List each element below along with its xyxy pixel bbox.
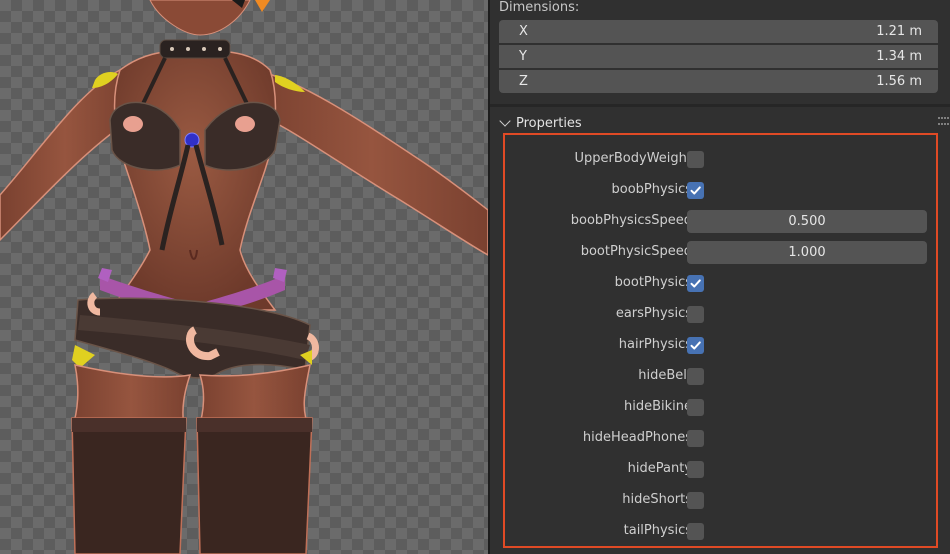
property-checkbox[interactable] xyxy=(687,523,704,540)
dimension-value: 1.34 m xyxy=(876,49,922,64)
property-label: hairPhysics xyxy=(618,337,692,352)
dimension-axis-label: Z xyxy=(519,74,528,89)
property-label: hideBikine xyxy=(623,399,692,414)
dimension-z-field[interactable]: Z 1.56 m xyxy=(499,70,938,93)
property-row-bootPhysics: bootPhysics xyxy=(505,268,935,299)
property-row-hideBikine: hideBikine xyxy=(505,392,935,423)
property-checkbox[interactable] xyxy=(687,461,704,478)
property-row-boobPhysicsSpeed: boobPhysicsSpeed 0.500 xyxy=(505,206,935,237)
property-row-hideHeadPhones: hideHeadPhones xyxy=(505,423,935,454)
property-number-value: 0.500 xyxy=(788,214,826,229)
section-separator xyxy=(490,104,950,107)
property-row-bootPhysicSpeed: bootPhysicSpeed 1.000 xyxy=(505,237,935,268)
property-checkbox[interactable] xyxy=(687,306,704,323)
property-label: hideShorts xyxy=(622,492,692,507)
properties-panel-header[interactable]: Properties xyxy=(498,112,582,134)
property-row-UpperBodyWeight: UpperBodyWeight xyxy=(505,144,935,175)
property-row-hairPhysics: hairPhysics xyxy=(505,330,935,361)
property-label: bootPhysicSpeed xyxy=(580,244,692,259)
property-label: hideHeadPhones xyxy=(582,430,692,445)
checkmark-icon xyxy=(690,341,701,350)
dimensions-label: Dimensions: xyxy=(499,0,580,15)
property-label: hideBelt xyxy=(638,368,692,383)
checkmark-icon xyxy=(690,279,701,288)
property-number-field[interactable]: 1.000 xyxy=(687,241,927,264)
property-row-hideShorts: hideShorts xyxy=(505,485,935,516)
property-checkbox[interactable] xyxy=(687,151,704,168)
property-label: hidePanty xyxy=(627,461,692,476)
panel-divider[interactable] xyxy=(488,0,490,554)
property-row-boobPhysics: boobPhysics xyxy=(505,175,935,206)
property-checkbox[interactable] xyxy=(687,368,704,385)
property-label: bootPhysics xyxy=(614,275,692,290)
properties-editor: Dimensions: X 1.21 m Y 1.34 m Z 1.56 m P… xyxy=(488,0,950,554)
property-label: tailPhysics xyxy=(623,523,692,538)
property-label: UpperBodyWeight xyxy=(574,151,692,166)
dimension-x-field[interactable]: X 1.21 m xyxy=(499,20,938,43)
dimension-y-field[interactable]: Y 1.34 m xyxy=(499,45,938,68)
property-checkbox[interactable] xyxy=(687,337,704,354)
property-checkbox[interactable] xyxy=(687,182,704,199)
property-checkbox[interactable] xyxy=(687,399,704,416)
property-checkbox[interactable] xyxy=(687,492,704,509)
property-number-value: 1.000 xyxy=(788,245,826,260)
property-label: boobPhysicsSpeed xyxy=(570,213,692,228)
property-row-hidePanty: hidePanty xyxy=(505,454,935,485)
property-label: boobPhysics xyxy=(611,182,693,197)
property-row-hideBelt: hideBelt xyxy=(505,361,935,392)
property-row-tailPhysics: tailPhysics xyxy=(505,516,935,547)
dimension-value: 1.21 m xyxy=(876,24,922,39)
3d-viewport[interactable] xyxy=(0,0,488,554)
dimension-axis-label: Y xyxy=(519,49,527,64)
property-row-earsPhysics: earsPhysics xyxy=(505,299,935,330)
property-checkbox[interactable] xyxy=(687,275,704,292)
property-checkbox[interactable] xyxy=(687,430,704,447)
chevron-down-icon[interactable] xyxy=(499,114,511,127)
property-number-field[interactable]: 0.500 xyxy=(687,210,927,233)
character-model-render xyxy=(0,0,488,554)
properties-title: Properties xyxy=(516,115,582,131)
drag-grip-icon[interactable] xyxy=(938,117,950,127)
checkmark-icon xyxy=(690,186,701,195)
property-label: earsPhysics xyxy=(615,306,692,321)
dimension-axis-label: X xyxy=(519,24,528,39)
dimension-value: 1.56 m xyxy=(876,74,922,89)
